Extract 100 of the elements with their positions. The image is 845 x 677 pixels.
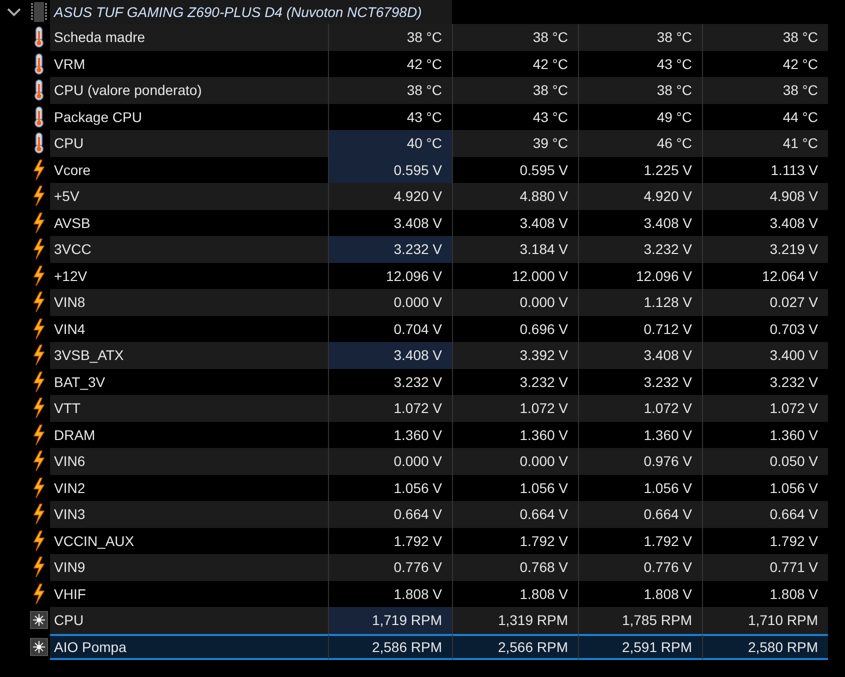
value-cell: 0.027 V [702, 289, 828, 316]
sensor-label[interactable]: 3VSB_ATX [50, 342, 328, 368]
lightning-icon [32, 582, 46, 605]
value-cell: 1.072 V [578, 395, 702, 422]
chevron-icon[interactable] [7, 8, 21, 16]
sensor-label[interactable]: VTT [50, 395, 328, 422]
lightning-icon [32, 370, 46, 393]
lightning-icon [32, 556, 46, 578]
value-cell: 3.219 V [702, 236, 828, 262]
lightning-icon [32, 503, 46, 526]
value-cell: 0.000 V [452, 448, 578, 474]
value-cell: 0.776 V [328, 554, 452, 580]
sensor-label[interactable]: CPU [50, 130, 328, 156]
value-cell: 38 °C [578, 24, 702, 50]
value-cell: 41 °C [702, 130, 828, 156]
sensor-label[interactable]: AVSB [50, 210, 328, 236]
lightning-icon [32, 397, 46, 420]
value-cell: 1.072 V [702, 395, 828, 422]
lightning-icon [32, 530, 46, 552]
value-cell: 38 °C [452, 24, 578, 50]
lightning-icon [32, 476, 46, 499]
value-cell: 1,785 RPM [578, 607, 702, 634]
value-cell: 0.664 V [702, 501, 828, 528]
value-cell: 3.184 V [452, 236, 578, 262]
value-cell: 0.976 V [578, 448, 702, 474]
lightning-icon [32, 158, 46, 181]
value-cell: 4.920 V [328, 183, 452, 210]
sensor-label[interactable]: +5V [50, 183, 328, 210]
value-cell: 38 °C [702, 77, 828, 104]
sensor-label[interactable]: DRAM [50, 422, 328, 448]
value-cell: 4.908 V [702, 183, 828, 210]
value-cell: 3.232 V [328, 236, 452, 262]
value-cell: 40 °C [328, 130, 452, 156]
value-cell: 1.072 V [328, 395, 452, 422]
sensor-label[interactable]: CPU (valore ponderato) [50, 77, 328, 104]
sensor-label[interactable]: Package CPU [50, 104, 328, 130]
value-cell: 0.664 V [578, 501, 702, 528]
sensor-label[interactable]: +12V [50, 262, 328, 289]
value-cell: 0.050 V [702, 448, 828, 474]
sensor-label[interactable]: VIN4 [50, 316, 328, 342]
lightning-icon [32, 424, 46, 446]
value-cell: 0.000 V [328, 448, 452, 474]
value-cell: 0.595 V [328, 156, 452, 183]
value-cell: 0.771 V [702, 554, 828, 580]
value-cell: 0.000 V [452, 289, 578, 316]
value-cell: 3.232 V [578, 236, 702, 262]
lightning-icon [32, 450, 46, 472]
fan-icon [30, 611, 48, 630]
value-cell: 39 °C [452, 130, 578, 156]
lightning-icon [32, 185, 46, 208]
value-cell: 4.920 V [578, 183, 702, 210]
lightning-icon [32, 212, 46, 234]
lightning-icon [32, 264, 46, 287]
value-cell: 1,719 RPM [328, 607, 452, 634]
sensor-label[interactable]: CPU [50, 607, 328, 634]
thermometer-icon [32, 26, 46, 48]
sensor-label[interactable]: VCCIN_AUX [50, 528, 328, 554]
value-cell: 38 °C [578, 77, 702, 104]
value-cell: 3.392 V [452, 342, 578, 368]
value-cell: 38 °C [452, 77, 578, 104]
value-cell: 46 °C [578, 130, 702, 156]
value-cell: 2,580 RPM [702, 634, 828, 660]
lightning-icon [32, 344, 46, 366]
value-cell: 0.776 V [578, 554, 702, 580]
value-cell: 38 °C [328, 77, 452, 104]
sensor-label[interactable]: VRM [50, 50, 328, 77]
value-cell: 1,710 RPM [702, 607, 828, 634]
value-cell: 3.400 V [702, 342, 828, 368]
sensor-label[interactable]: VIN2 [50, 474, 328, 501]
sensor-label[interactable]: VHIF [50, 580, 328, 607]
lightning-icon [32, 238, 46, 260]
value-cell: 0.000 V [328, 289, 452, 316]
thermometer-icon [32, 132, 46, 154]
sensor-label[interactable]: AIO Pompa [50, 634, 328, 660]
thermometer-icon [32, 79, 46, 102]
sensor-label[interactable]: VIN8 [50, 289, 328, 316]
chip-icon [31, 1, 47, 23]
value-cell: 2,586 RPM [328, 634, 452, 660]
lightning-icon [32, 291, 46, 314]
value-cell: 0.768 V [452, 554, 578, 580]
value-cell: 38 °C [702, 24, 828, 50]
sensor-label[interactable]: VIN6 [50, 448, 328, 474]
value-cell: 2,566 RPM [452, 634, 578, 660]
value-cell: 3.408 V [328, 342, 452, 368]
lightning-icon [32, 318, 46, 340]
sensor-label[interactable]: 3VCC [50, 236, 328, 262]
value-cell: 38 °C [328, 24, 452, 50]
value-cell: 2,591 RPM [578, 634, 702, 660]
sensor-label[interactable]: Scheda madre [50, 24, 328, 50]
value-cell: 4.880 V [452, 183, 578, 210]
sensor-label[interactable]: BAT_3V [50, 368, 328, 395]
sensor-label[interactable]: Vcore [50, 156, 328, 183]
value-cell: 1.072 V [452, 395, 578, 422]
value-cell: 3.408 V [578, 342, 702, 368]
sensor-label[interactable]: VIN3 [50, 501, 328, 528]
value-cell: 1.128 V [578, 289, 702, 316]
thermometer-icon [32, 52, 46, 75]
fan-icon [30, 638, 48, 656]
sensor-label[interactable]: VIN9 [50, 554, 328, 580]
value-cell: 0.664 V [452, 501, 578, 528]
